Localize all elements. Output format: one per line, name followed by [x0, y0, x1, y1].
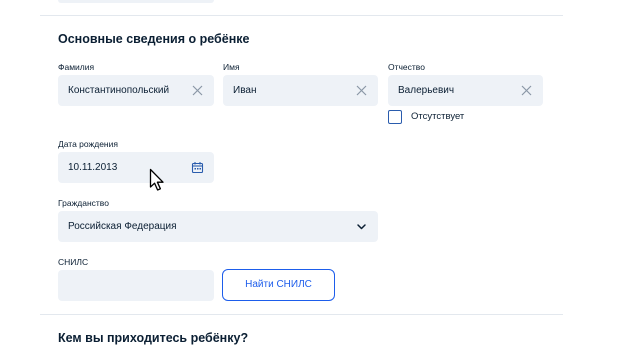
citizenship-label: Гражданство — [58, 198, 109, 208]
chevron-down-icon[interactable] — [355, 220, 368, 233]
close-icon[interactable] — [191, 84, 204, 97]
citizenship-value: Российская Федерация — [68, 221, 177, 232]
absent-patronymic-checkbox[interactable] — [388, 110, 402, 124]
mouse-pointer-icon — [149, 168, 167, 192]
surname-field[interactable]: Константинопольский — [58, 75, 214, 106]
citizenship-select[interactable]: Российская Федерация — [58, 211, 378, 242]
close-icon[interactable] — [520, 84, 533, 97]
find-snils-button[interactable]: Найти СНИЛС — [222, 269, 335, 301]
name-value: Иван — [233, 85, 257, 96]
surname-value: Константинопольский — [68, 85, 170, 96]
name-label: Имя — [223, 62, 240, 72]
section-divider — [40, 314, 563, 315]
previous-field-bottom — [58, 0, 214, 3]
birth-date-value: 10.11.2013 — [68, 162, 118, 173]
birth-date-label: Дата рождения — [58, 139, 118, 149]
snils-label: СНИЛС — [58, 257, 89, 267]
name-field[interactable]: Иван — [223, 75, 378, 106]
patronymic-label: Отчество — [388, 62, 425, 72]
child-info-form: Основные сведения о ребёнке Фамилия Конс… — [0, 0, 640, 360]
birth-date-field[interactable]: 10.11.2013 — [58, 152, 214, 183]
patronymic-field[interactable]: Валерьевич — [388, 75, 543, 106]
section-title-relation: Кем вы приходитесь ребёнку? — [58, 331, 249, 345]
patronymic-value: Валерьевич — [398, 85, 455, 96]
absent-patronymic-label: Отсутствует — [411, 111, 465, 122]
calendar-icon[interactable] — [191, 161, 204, 174]
section-divider — [40, 15, 563, 16]
surname-label: Фамилия — [58, 62, 95, 72]
section-title-child-info: Основные сведения о ребёнке — [58, 32, 250, 46]
close-icon[interactable] — [355, 84, 368, 97]
snils-field[interactable] — [58, 270, 214, 301]
